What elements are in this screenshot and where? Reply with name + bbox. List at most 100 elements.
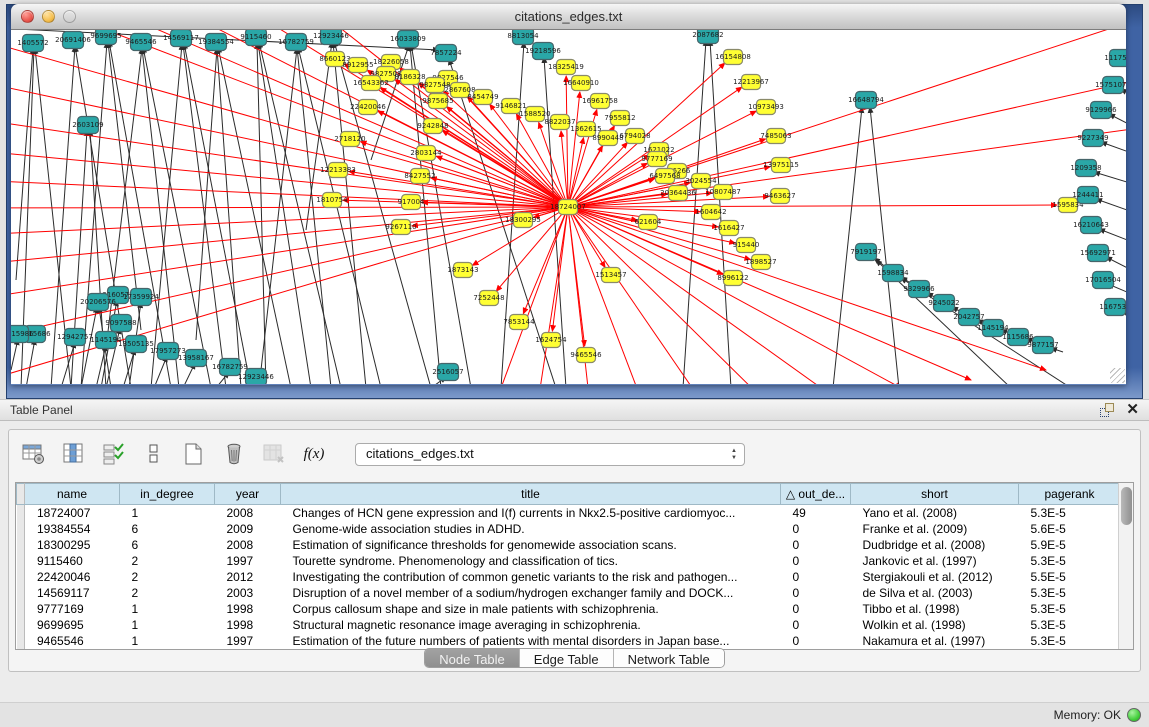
minimize-window-button[interactable] — [42, 10, 55, 23]
table-cell[interactable]: Wolkin et al. (1998) — [851, 617, 1019, 633]
table-cell[interactable]: Estimation of significance thresholds fo… — [281, 537, 781, 553]
table-cell[interactable]: 49 — [781, 505, 851, 521]
table-cell[interactable]: Tourette syndrome. Phenomenology and cla… — [281, 553, 781, 569]
table-row[interactable]: 911546021997Tourette syndrome. Phenomeno… — [17, 553, 1119, 569]
table-cell[interactable]: 1997 — [215, 553, 281, 569]
table-cell[interactable]: 2003 — [215, 585, 281, 601]
table-cell[interactable]: 9115460 — [25, 553, 120, 569]
graph-node[interactable]: 12942757 — [57, 329, 93, 346]
table-cell[interactable]: 9699695 — [25, 617, 120, 633]
graph-node[interactable]: 16033809 — [390, 31, 426, 48]
table-cell[interactable]: 1998 — [215, 601, 281, 617]
column-header-pagerank[interactable]: pagerank — [1019, 484, 1119, 505]
graph-node[interactable]: 12923446 — [313, 30, 349, 45]
table-cell[interactable]: 19384554 — [25, 521, 120, 537]
graph-node[interactable]: 7853144 — [503, 315, 535, 330]
graph-node[interactable]: 7485063 — [760, 129, 791, 144]
graph-node[interactable]: 16782759 — [278, 34, 314, 51]
graph-node[interactable]: 19384554 — [198, 34, 234, 51]
table-cell[interactable]: 0 — [781, 617, 851, 633]
table-cell[interactable]: Genome-wide association studies in ADHD. — [281, 521, 781, 537]
table-cell[interactable]: 5.9E-5 — [1019, 537, 1119, 553]
row-gutter-header[interactable] — [17, 484, 25, 505]
graph-node[interactable]: 9465546 — [570, 348, 602, 363]
table-cell[interactable]: 0 — [781, 521, 851, 537]
zoom-window-button[interactable] — [63, 10, 76, 23]
graph-node[interactable]: 1117534 — [1104, 50, 1126, 67]
table-cell[interactable]: 18724007 — [25, 505, 120, 521]
table-cell[interactable]: 5.3E-5 — [1019, 633, 1119, 649]
table-cell[interactable]: 1 — [120, 617, 215, 633]
graph-node[interactable]: 17016504 — [1085, 272, 1121, 289]
graph-node[interactable]: 16640910 — [563, 76, 599, 91]
tab-network-table[interactable]: Network Table — [613, 649, 724, 667]
table-cell[interactable]: 5.5E-5 — [1019, 569, 1119, 585]
graph-node[interactable]: 915440 — [733, 238, 760, 253]
graph-node[interactable]: 9463627 — [764, 189, 795, 204]
graph-node[interactable]: 13975115 — [763, 158, 799, 173]
column-visibility-icon[interactable] — [61, 441, 87, 467]
column-header-name[interactable]: name — [25, 484, 120, 505]
table-cell[interactable]: 9465546 — [25, 633, 120, 649]
table-cell[interactable]: 2009 — [215, 521, 281, 537]
table-cell[interactable]: 1 — [120, 601, 215, 617]
close-panel-icon[interactable]: ✕ — [1126, 403, 1139, 417]
table-cell[interactable]: 22420046 — [25, 569, 120, 585]
graph-node[interactable]: 2042757 — [953, 309, 984, 326]
table-cell[interactable]: Stergiakouli et al. (2012) — [851, 569, 1019, 585]
table-row[interactable]: 1830029562008Estimation of significance … — [17, 537, 1119, 553]
table-mode-icon[interactable] — [21, 441, 47, 467]
graph-node[interactable]: 621604 — [635, 215, 662, 230]
table-row[interactable]: 1938455462009Genome-wide association stu… — [17, 521, 1119, 537]
graph-node[interactable]: 1167534 — [1099, 299, 1126, 316]
table-cell[interactable]: Jankovic et al. (1997) — [851, 553, 1019, 569]
table-cell[interactable]: 2 — [120, 569, 215, 585]
graph-node[interactable]: 1513457 — [595, 268, 626, 283]
table-cell[interactable]: Corpus callosum shape and size in male p… — [281, 601, 781, 617]
graph-node[interactable]: 8813054 — [507, 30, 539, 45]
table-cell[interactable]: 2 — [120, 553, 215, 569]
table-cell[interactable]: de Silva et al. (2003) — [851, 585, 1019, 601]
graph-node[interactable]: 2803144 — [410, 146, 442, 161]
table-cell[interactable]: 0 — [781, 569, 851, 585]
table-cell[interactable]: 2 — [120, 585, 215, 601]
table-cell[interactable]: Dudbridge et al. (2008) — [851, 537, 1019, 553]
column-header-year[interactable]: year — [215, 484, 281, 505]
graph-node[interactable]: 20691406 — [55, 32, 91, 49]
table-cell[interactable]: Investigating the contribution of common… — [281, 569, 781, 585]
table-cell[interactable]: 6 — [120, 521, 215, 537]
table-cell[interactable]: 5.3E-5 — [1019, 601, 1119, 617]
table-cell[interactable]: 18300295 — [25, 537, 120, 553]
table-cell[interactable]: Disruption of a novel member of a sodium… — [281, 585, 781, 601]
delete-table-icon[interactable] — [261, 441, 287, 467]
table-cell[interactable]: Yano et al. (2008) — [851, 505, 1019, 521]
window-resize-grip[interactable] — [1110, 368, 1125, 383]
row-mode-icon[interactable] — [141, 441, 167, 467]
table-cell[interactable]: 5.3E-5 — [1019, 585, 1119, 601]
graph-node[interactable]: 19218596 — [525, 43, 561, 60]
table-cell[interactable]: Tibbo et al. (1998) — [851, 601, 1019, 617]
graph-node[interactable]: 3024554 — [685, 174, 717, 189]
table-cell[interactable]: Franke et al. (2009) — [851, 521, 1019, 537]
table-cell[interactable]: 6 — [120, 537, 215, 553]
graph-node[interactable]: 7919197 — [850, 244, 881, 261]
column-header-short[interactable]: short — [851, 484, 1019, 505]
graph-node[interactable]: 9699695 — [90, 30, 121, 45]
table-scrollbar[interactable] — [1118, 483, 1133, 649]
table-cell[interactable]: 5.3E-5 — [1019, 617, 1119, 633]
table-cell[interactable]: Changes of HCN gene expression and I(f) … — [281, 505, 781, 521]
table-cell[interactable]: 0 — [781, 601, 851, 617]
table-scrollbar-thumb[interactable] — [1121, 487, 1132, 525]
table-select-dropdown[interactable]: citations_edges.txt ▲▼ — [355, 443, 745, 466]
column-header-title[interactable]: title — [281, 484, 781, 505]
graph-node[interactable]: 15751074 — [1095, 77, 1126, 94]
table-cell[interactable]: 5.3E-5 — [1019, 505, 1119, 521]
graph-node[interactable]: 2087682 — [692, 30, 723, 44]
table-row[interactable]: 946554611997Estimation of the future num… — [17, 633, 1119, 649]
new-column-icon[interactable] — [181, 441, 207, 467]
table-cell[interactable]: Estimation of the future numbers of pati… — [281, 633, 781, 649]
graph-node[interactable]: 7857224 — [430, 45, 462, 62]
table-cell[interactable]: 0 — [781, 633, 851, 649]
table-cell[interactable]: 0 — [781, 585, 851, 601]
function-builder-icon[interactable]: f(x) — [301, 441, 327, 467]
